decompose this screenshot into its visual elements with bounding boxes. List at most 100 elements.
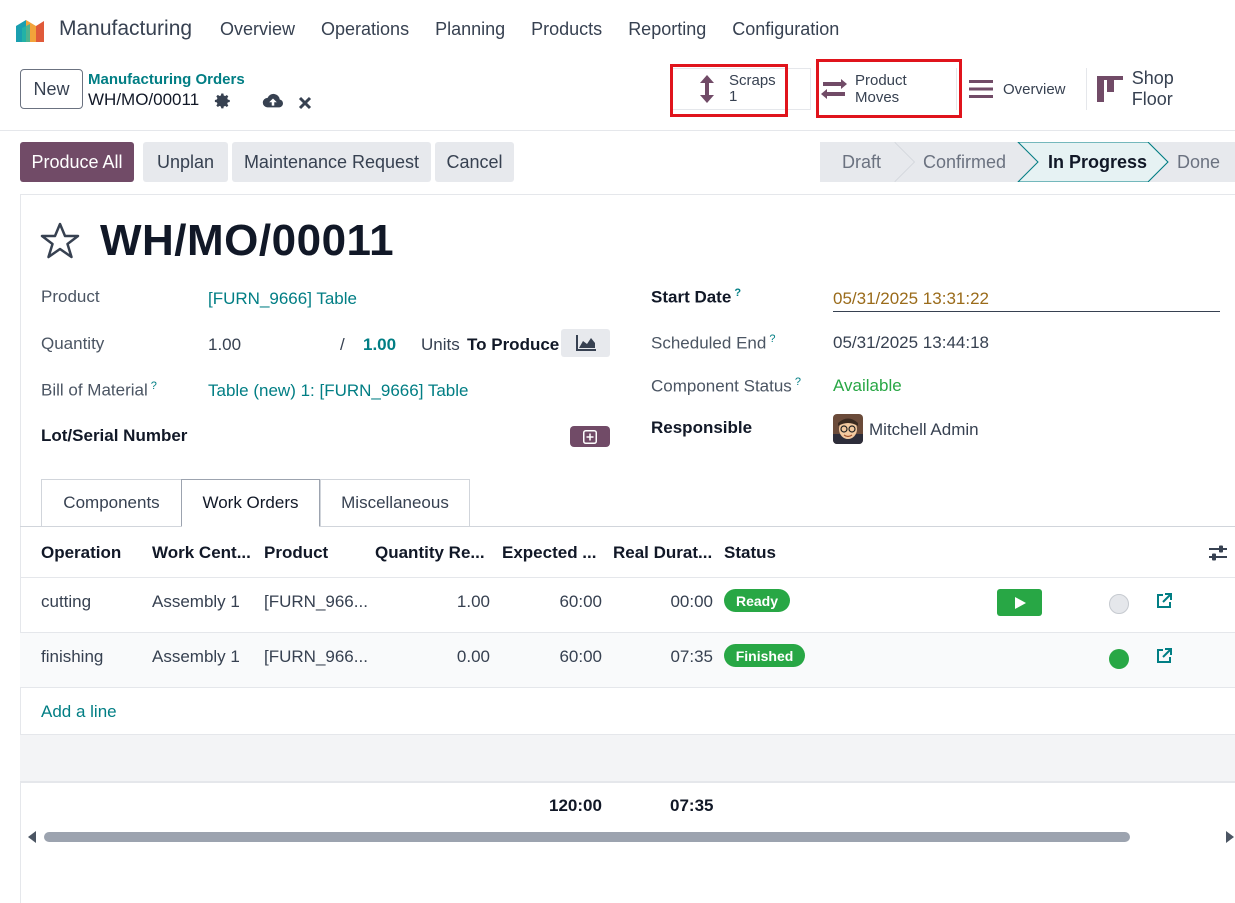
row-quantity: 0.00 [456, 647, 490, 666]
avatar [833, 414, 863, 444]
breadcrumb-current: WH/MO/00011 [88, 90, 200, 109]
bars-icon [967, 75, 995, 103]
scraps-count: 1 [729, 88, 738, 105]
produce-all-button[interactable]: Produce All [20, 142, 134, 182]
status-bar [820, 142, 1235, 182]
col-work-center[interactable]: Work Cent... [152, 543, 251, 563]
add-a-line-link[interactable]: Add a line [41, 702, 117, 722]
row-product: [FURN_966... [264, 592, 368, 611]
col-status[interactable]: Status [724, 543, 776, 563]
start-date-input[interactable]: 05/31/2025 13:31:22 [833, 289, 989, 309]
stage-done-label: Done [1177, 152, 1221, 172]
row-work-center: Assembly 1 [152, 592, 240, 611]
product-label: Product [41, 287, 100, 306]
col-real-duration[interactable]: Real Durat... [613, 543, 712, 563]
row-operation: finishing [41, 647, 104, 666]
discard-close-icon[interactable] [298, 94, 312, 112]
optional-columns-icon[interactable] [1208, 543, 1228, 563]
stage-confirmed-label: Confirmed [923, 152, 1007, 172]
play-icon [1014, 596, 1026, 609]
bom-label: Bill of Material? [41, 380, 157, 400]
app-name[interactable]: Manufacturing [59, 17, 192, 41]
to-produce-label: To Produce [467, 335, 560, 354]
col-quantity[interactable]: Quantity Re... [375, 543, 485, 563]
product-value[interactable]: [FURN_9666] Table [208, 289, 357, 309]
cancel-button[interactable]: Cancel [435, 142, 514, 182]
horizontal-scrollbar[interactable] [44, 832, 1130, 842]
plus-square-icon [583, 429, 597, 444]
responsible-value[interactable]: Mitchell Admin [869, 420, 979, 440]
breadcrumb-parent-link[interactable]: Manufacturing Orders [88, 71, 245, 88]
scraps-label: Scraps [729, 72, 776, 89]
scroll-left-arrow[interactable] [28, 831, 36, 843]
row-product: [FURN_966... [264, 647, 368, 666]
tab-work-orders[interactable]: Work Orders [181, 479, 320, 527]
record-title: WH/MO/00011 [100, 216, 395, 265]
area-chart-icon [575, 335, 596, 351]
lot-serial-add-button[interactable] [570, 426, 610, 447]
total-real-duration: 07:35 [670, 796, 714, 815]
main-menu: Overview Operations Planning Products Re… [220, 19, 865, 40]
external-link-icon[interactable] [1155, 647, 1173, 665]
tab-miscellaneous[interactable]: Miscellaneous [320, 479, 470, 527]
manufacturing-app-icon[interactable] [16, 18, 50, 42]
row-expected: 60:00 [559, 592, 602, 611]
row-operation: cutting [41, 592, 92, 611]
total-expected: 120:00 [549, 796, 602, 815]
overview-label: Overview [1003, 80, 1066, 98]
start-date-underline [833, 311, 1220, 312]
menu-products[interactable]: Products [531, 19, 602, 40]
col-expected[interactable]: Expected ... [502, 543, 596, 563]
responsible-label: Responsible [651, 418, 753, 437]
col-operation[interactable]: Operation [41, 543, 121, 563]
table-footer-divider [20, 781, 1235, 783]
overview-smart-button[interactable]: Overview [956, 68, 1086, 110]
control-panel-divider [0, 130, 1235, 131]
row-expected: 60:00 [559, 647, 602, 666]
smart-buttons: Scraps 1 Product Moves Overview Shop Flo… [670, 68, 1226, 110]
stage-draft-label: Draft [842, 152, 882, 172]
quantity-total: 1.00 [363, 335, 397, 354]
star-icon[interactable] [40, 222, 80, 260]
menu-overview[interactable]: Overview [220, 19, 295, 40]
lot-serial-label: Lot/Serial Number [41, 426, 188, 445]
menu-planning[interactable]: Planning [435, 19, 505, 40]
cloud-upload-icon[interactable] [262, 92, 284, 110]
scroll-right-arrow[interactable] [1226, 831, 1234, 843]
units-value[interactable]: Units [421, 335, 460, 355]
forecast-chart-button[interactable] [561, 329, 610, 357]
maintenance-request-button[interactable]: Maintenance Request [232, 142, 431, 182]
menu-operations[interactable]: Operations [321, 19, 409, 40]
new-button[interactable]: New [20, 69, 83, 109]
tab-components[interactable]: Components [41, 479, 182, 527]
component-status-value: Available [833, 376, 902, 395]
scheduled-end-label: Scheduled End? [651, 333, 776, 353]
product-moves-smart-button[interactable]: Product Moves [810, 68, 956, 110]
product-moves-label: Product Moves [855, 72, 907, 106]
quantity-input[interactable]: 1.00 [208, 335, 241, 355]
quantity-separator: / [340, 335, 345, 354]
row-real-duration: 00:00 [670, 592, 713, 611]
shop-floor-label: Shop Floor [1131, 68, 1174, 109]
status-dot-grey [1109, 594, 1129, 614]
unplan-button[interactable]: Unplan [143, 142, 228, 182]
menu-configuration[interactable]: Configuration [732, 19, 839, 40]
shop-floor-smart-button[interactable]: Shop Floor [1086, 68, 1226, 110]
row-real-duration: 07:35 [670, 647, 713, 666]
menu-reporting[interactable]: Reporting [628, 19, 706, 40]
col-product[interactable]: Product [264, 543, 328, 563]
exchange-arrows-icon [821, 75, 847, 103]
bom-value[interactable]: Table (new) 1: [FURN_9666] Table [208, 381, 469, 401]
status-badge: Finished [724, 644, 805, 667]
component-status-label: Component Status? [651, 376, 801, 396]
row-work-center: Assembly 1 [152, 647, 240, 666]
status-dot-green [1109, 649, 1129, 669]
start-button[interactable] [997, 589, 1042, 616]
quantity-label: Quantity [41, 334, 105, 353]
scheduled-end-value[interactable]: 05/31/2025 13:44:18 [833, 333, 989, 353]
stage-in-progress-label: In Progress [1048, 152, 1148, 172]
external-link-icon[interactable] [1155, 592, 1173, 610]
scraps-smart-button[interactable]: Scraps 1 [670, 68, 810, 110]
row-quantity: 1.00 [456, 592, 490, 611]
gear-icon[interactable] [214, 92, 232, 110]
